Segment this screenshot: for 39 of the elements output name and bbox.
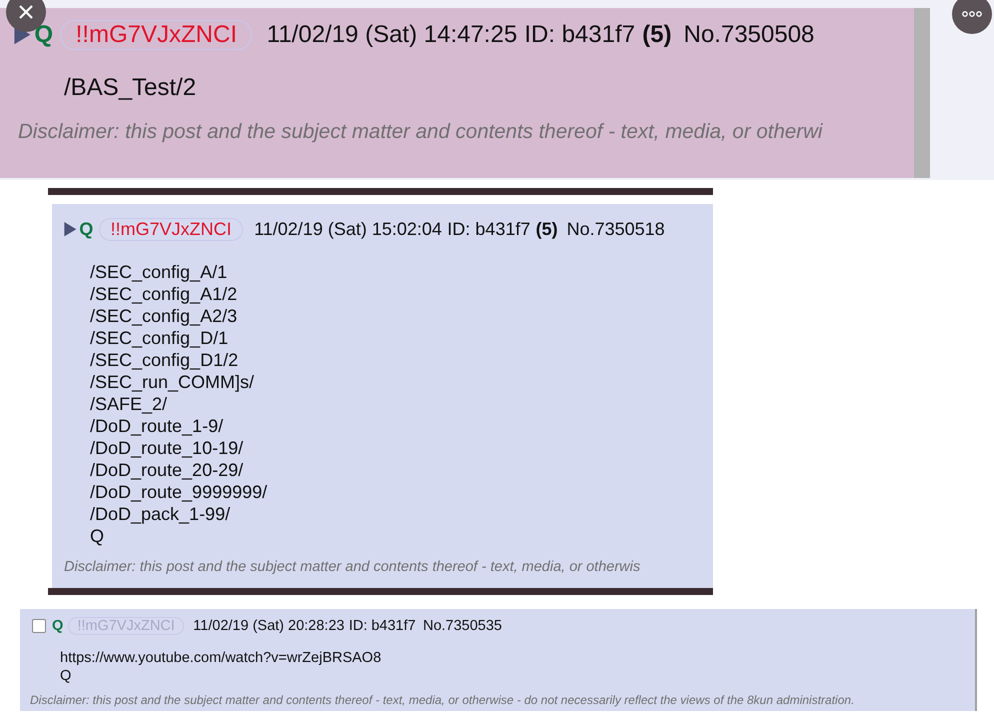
post-text: /DoD_route_9999999/ [90, 481, 268, 503]
post-text: /SEC_run_COMM]s/ [90, 371, 256, 393]
post-name: Q [34, 21, 54, 49]
post-text: /SEC_config_D/1 [90, 327, 230, 349]
post-number[interactable]: No.7350518 [566, 219, 665, 240]
close-icon [18, 4, 34, 20]
post-text: /DoD_route_20-29/ [90, 459, 244, 481]
poster-id[interactable]: ID: b431f7 [447, 219, 530, 240]
disclaimer-text: Disclaimer: this post and the subject matter and contents thereof - text, media, or otherwise - do not necessarily reflect the views of the 8kun administration. [30, 692, 856, 707]
post-name: Q [52, 618, 64, 634]
tripcode: !!mG7VJxZNCI [98, 218, 244, 241]
post-text: /BAS_Test/2 [64, 73, 198, 103]
post-name: Q [79, 219, 94, 240]
tripcode: !!mG7VJxZNCI [60, 20, 252, 50]
post-text: /SAFE_2/ [90, 393, 168, 415]
post-text: /SEC_config_A/1 [90, 261, 228, 283]
post-number[interactable]: No.7350535 [422, 618, 502, 634]
post-count: (5) [536, 219, 558, 240]
post-text: https://www.youtube.com/watch?v=wrZejBRSAO8 [60, 649, 382, 667]
post-date: 11/02/19 (Sat) 14:47:25 [266, 21, 518, 49]
post-date: 11/02/19 (Sat) 20:28:23 [193, 618, 344, 634]
triangle-icon[interactable] [64, 222, 77, 237]
post-text: Q [90, 525, 106, 547]
post-count: (5) [642, 21, 672, 49]
post-text: /SEC_config_D1/2 [90, 349, 240, 371]
poster-id[interactable]: ID: b431f7 [348, 618, 416, 634]
post-date: 11/02/19 (Sat) 15:02:04 [254, 219, 442, 240]
post-text: /SEC_config_A1/2 [90, 283, 238, 305]
post-text: /DoD_pack_1-99/ [90, 503, 232, 525]
post-text: Q [60, 667, 72, 685]
disclaimer-text: Disclaimer: this post and the subject matter and contents thereof - text, media, or otherwis [64, 558, 642, 575]
post-text: /DoD_route_1-9/ [90, 415, 224, 437]
disclaimer-text: Disclaimer: this post and the subject matter and contents thereof - text, media, or otherwi [17, 119, 824, 144]
poster-id[interactable]: ID: b431f7 [524, 21, 636, 49]
more-icon [962, 11, 982, 17]
post-number[interactable]: No.7350508 [684, 21, 814, 49]
post-text: /DoD_route_10-19/ [90, 437, 244, 459]
checkbox[interactable] [32, 619, 46, 633]
post-text: /SEC_config_A2/3 [90, 305, 238, 327]
